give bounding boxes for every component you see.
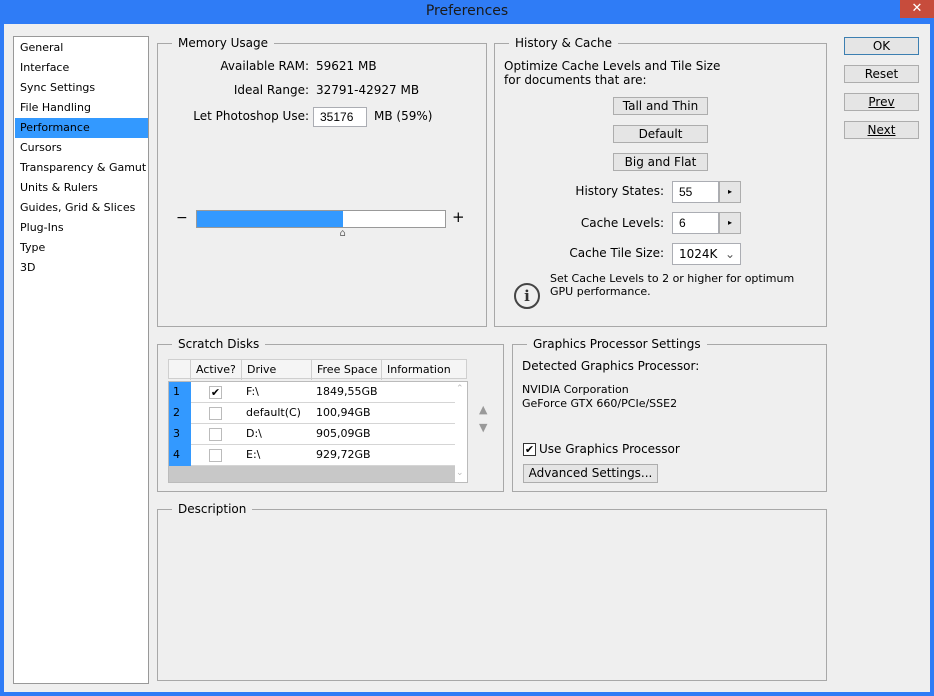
gpu-settings-group: Graphics Processor Settings Detected Gra… xyxy=(512,337,827,492)
free-space-cell: 929,72GB xyxy=(316,448,371,461)
next-button[interactable]: Next xyxy=(844,121,919,139)
scroll-up-icon[interactable]: ⌃ xyxy=(456,384,464,394)
sidebar-item-type[interactable]: Type xyxy=(15,238,148,258)
memory-usage-title: Memory Usage xyxy=(172,36,275,50)
free-space-cell: 905,09GB xyxy=(316,427,371,440)
let-photoshop-use-label: Let Photoshop Use: xyxy=(193,109,309,123)
sidebar-item-interface[interactable]: Interface xyxy=(15,58,148,78)
cache-levels-input[interactable] xyxy=(672,212,719,234)
free-space-cell: 100,94GB xyxy=(316,406,371,419)
dialog-body: General Interface Sync Settings File Handli… xyxy=(4,24,930,692)
increase-memory-button[interactable]: + xyxy=(452,208,465,226)
history-states-label: History States: xyxy=(575,184,664,198)
available-ram-value: 59621 MB xyxy=(316,59,377,73)
history-cache-group: History & Cache Optimize Cache Levels an… xyxy=(494,36,827,327)
sidebar-item-performance[interactable]: Performance xyxy=(15,118,148,138)
ideal-range-value: 32791-42927 MB xyxy=(316,83,420,97)
reset-button[interactable]: Reset xyxy=(844,65,919,83)
chevron-down-icon: ⌄ xyxy=(724,247,735,261)
active-checkbox[interactable] xyxy=(209,407,222,420)
move-up-arrow-icon[interactable]: ▲ xyxy=(479,403,487,416)
sidebar-item-general[interactable]: General xyxy=(15,38,148,58)
row-number: 2 xyxy=(169,403,191,424)
prev-button[interactable]: Prev xyxy=(844,93,919,111)
scroll-down-icon[interactable]: ⌄ xyxy=(456,468,464,478)
scratch-disks-group: Scratch Disks Active? Drive Free Space I… xyxy=(157,337,504,492)
sidebar-item-guides-grid-slices[interactable]: Guides, Grid & Slices xyxy=(15,198,148,218)
use-gpu-label[interactable]: Use Graphics Processor xyxy=(539,442,680,456)
big-and-flat-button[interactable]: Big and Flat xyxy=(613,153,708,171)
memory-use-input[interactable] xyxy=(313,107,367,127)
advanced-settings-button[interactable]: Advanced Settings... xyxy=(523,464,658,483)
use-gpu-checkbox[interactable]: ✔ xyxy=(523,443,536,456)
history-states-input[interactable] xyxy=(672,181,719,203)
gpu-vendor: NVIDIA Corporation xyxy=(522,383,629,396)
cache-levels-arrow-icon[interactable]: ▸ xyxy=(719,212,741,234)
window-title: Preferences xyxy=(425,3,509,19)
memory-slider[interactable] xyxy=(196,210,446,228)
description-group: Description xyxy=(157,502,827,681)
sidebar: General Interface Sync Settings File Handli… xyxy=(13,36,149,684)
sidebar-item-sync-settings[interactable]: Sync Settings xyxy=(15,78,148,98)
column-header-drive[interactable]: Drive xyxy=(242,360,312,380)
row-number: 4 xyxy=(169,445,191,466)
row-number-header xyxy=(169,360,191,380)
move-down-arrow-icon[interactable]: ▼ xyxy=(479,421,487,434)
gpu-cache-hint: Set Cache Levels to 2 or higher for opti… xyxy=(550,272,795,298)
available-ram-label: Available RAM: xyxy=(220,59,309,73)
slider-thumb[interactable]: ⌂ xyxy=(340,228,346,239)
sidebar-item-3d[interactable]: 3D xyxy=(15,258,148,278)
memory-usage-group: Memory Usage Available RAM: 59621 MB Ide… xyxy=(157,36,487,327)
default-button[interactable]: Default xyxy=(613,125,708,143)
drive-cell: D:\ xyxy=(246,427,262,440)
drive-cell: E:\ xyxy=(246,448,261,461)
column-header-information[interactable]: Information xyxy=(382,360,467,380)
sidebar-item-file-handling[interactable]: File Handling xyxy=(15,98,148,118)
memory-use-unit: MB (59%) xyxy=(374,109,433,123)
active-checkbox[interactable] xyxy=(209,449,222,462)
sidebar-item-units-rulers[interactable]: Units & Rulers xyxy=(15,178,148,198)
description-title: Description xyxy=(172,502,253,516)
history-cache-title: History & Cache xyxy=(509,36,618,50)
memory-slider-fill xyxy=(197,211,344,227)
ok-button[interactable]: OK xyxy=(844,37,919,55)
tall-and-thin-button[interactable]: Tall and Thin xyxy=(613,97,708,115)
info-icon: i xyxy=(514,283,540,309)
cache-levels-label: Cache Levels: xyxy=(580,216,664,230)
detected-gpu-label: Detected Graphics Processor: xyxy=(522,359,700,373)
close-button[interactable]: ✕ xyxy=(900,0,934,18)
sidebar-item-transparency-gamut[interactable]: Transparency & Gamut xyxy=(15,158,148,178)
list-footer xyxy=(169,466,455,482)
row-number: 3 xyxy=(169,424,191,445)
gpu-model: GeForce GTX 660/PCIe/SSE2 xyxy=(522,397,678,410)
gpu-settings-title: Graphics Processor Settings xyxy=(527,337,707,351)
cache-tile-size-label: Cache Tile Size: xyxy=(569,246,664,260)
history-cache-description: Optimize Cache Levels and Tile Size for … xyxy=(504,59,721,87)
drive-cell: default(C) xyxy=(246,406,301,419)
cache-tile-size-value: 1024K xyxy=(679,247,718,261)
cache-tile-size-select[interactable]: 1024K ⌄ xyxy=(672,243,741,265)
column-header-active[interactable]: Active? xyxy=(191,360,242,380)
scratch-disk-list: ⌃ ⌄ 1 ✔ F:\ 1849,55GB 2 default(C) 100,94GB 3 D:… xyxy=(168,381,468,483)
ideal-range-label: Ideal Range: xyxy=(233,83,309,97)
title-bar: Preferences xyxy=(0,0,934,24)
scratch-table-header: Active? Drive Free Space Information xyxy=(168,359,467,380)
active-checkbox[interactable]: ✔ xyxy=(209,386,222,399)
free-space-cell: 1849,55GB xyxy=(316,385,378,398)
decrease-memory-button[interactable]: − xyxy=(176,210,188,226)
scratch-disks-title: Scratch Disks xyxy=(172,337,266,351)
sidebar-item-plug-ins[interactable]: Plug-Ins xyxy=(15,218,148,238)
active-checkbox[interactable] xyxy=(209,428,222,441)
sidebar-item-cursors[interactable]: Cursors xyxy=(15,138,148,158)
drive-cell: F:\ xyxy=(246,385,259,398)
column-header-free-space[interactable]: Free Space xyxy=(312,360,382,380)
history-states-arrow-icon[interactable]: ▸ xyxy=(719,181,741,203)
row-number: 1 xyxy=(169,382,191,403)
